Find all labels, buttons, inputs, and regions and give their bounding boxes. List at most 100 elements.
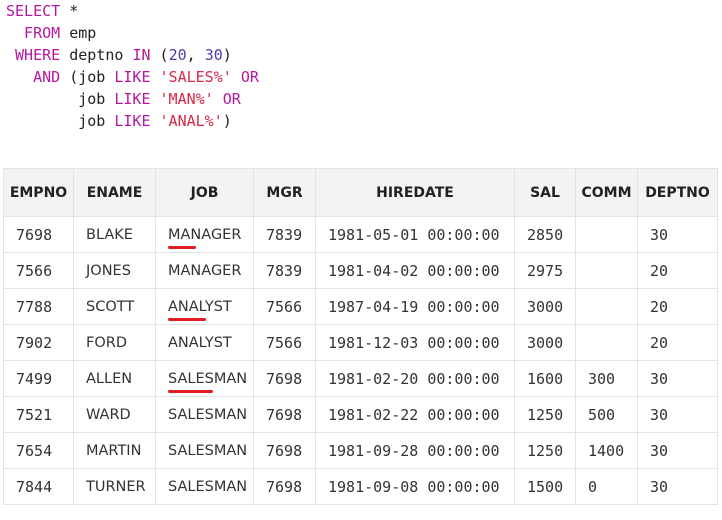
sql-keyword: OR <box>240 68 259 86</box>
cell-value: 1600 <box>527 369 564 388</box>
column-header-empno[interactable]: EMPNO <box>3 168 74 217</box>
sql-keyword: LIKE <box>114 112 151 130</box>
cell-value: 1981-02-22 00:00:00 <box>328 405 500 424</box>
cell-value: SALESMAN <box>168 478 248 495</box>
cell-value: FORD <box>86 334 127 351</box>
column-header-job[interactable]: JOB <box>155 168 254 217</box>
cell-deptno: 30 <box>637 216 718 253</box>
cell-value: 30 <box>650 405 669 424</box>
cell-value: 7521 <box>16 405 53 424</box>
sql-string: 'SALES%' <box>159 68 232 86</box>
cell-sal: 3000 <box>514 288 576 325</box>
table-row: 7566 JONES MANAGER 7839 1981-04-02 00:00:00 2… <box>3 252 718 289</box>
column-header-comm[interactable]: COMM <box>575 168 638 217</box>
sql-keyword: AND <box>6 68 61 86</box>
cell-value: 20 <box>650 297 669 316</box>
cell-value: 7698 <box>16 225 53 244</box>
cell-value: 30 <box>650 225 669 244</box>
cell-value: BLAKE <box>86 226 133 243</box>
cell-value: 7698 <box>266 369 303 388</box>
table-row: 7902 FORD ANALYST 7566 1981-12-03 00:00:00 30… <box>3 324 718 361</box>
cell-deptno: 20 <box>637 324 718 361</box>
cell-ename: BLAKE <box>73 216 156 253</box>
cell-mgr: 7698 <box>253 396 316 433</box>
cell-job: ANALYST <box>155 324 254 361</box>
cell-value: 1981-04-02 00:00:00 <box>328 261 500 280</box>
table-row: 7788 SCOTT ANALYST 7566 1987-04-19 00:00:00 3… <box>3 288 718 325</box>
cell-hiredate: 1981-12-03 00:00:00 <box>315 324 515 361</box>
cell-ename: FORD <box>73 324 156 361</box>
cell-value: 7698 <box>266 477 303 496</box>
sql-number: 20 <box>168 46 187 64</box>
sql-line: SELECT * <box>6 0 259 22</box>
cell-sal: 1250 <box>514 396 576 433</box>
cell-value: 20 <box>650 333 669 352</box>
cell-value: 7698 <box>266 405 303 424</box>
cell-value: 7566 <box>266 297 303 316</box>
cell-value: 7566 <box>266 333 303 352</box>
cell-value: ANALYST <box>168 334 232 351</box>
sql-text: job <box>6 112 115 130</box>
highlighted-job-match: MANAGER <box>168 226 242 249</box>
cell-empno: 7521 <box>3 396 74 433</box>
table-row: 7698 BLAKE MANAGER 7839 1981-05-01 00:00:00 2… <box>3 216 718 253</box>
sql-keyword: SELECT <box>6 2 61 20</box>
column-header-mgr[interactable]: MGR <box>253 168 316 217</box>
cell-sal: 1600 <box>514 360 576 397</box>
cell-empno: 7566 <box>3 252 74 289</box>
sql-string: 'ANAL%' <box>159 112 223 130</box>
cell-value: 2850 <box>527 225 564 244</box>
sql-text: deptno <box>60 46 133 64</box>
column-header-ename[interactable]: ENAME <box>73 168 156 217</box>
cell-value: 30 <box>650 441 669 460</box>
sql-line: WHERE deptno IN (20, 30) <box>6 44 259 66</box>
cell-value: 30 <box>650 369 669 388</box>
cell-value: 30 <box>650 477 669 496</box>
cell-empno: 7499 <box>3 360 74 397</box>
cell-value: ALLEN <box>86 370 133 387</box>
cell-comm: 1400 <box>575 432 638 469</box>
cell-value: 1981-09-28 00:00:00 <box>328 441 500 460</box>
cell-deptno: 20 <box>637 288 718 325</box>
cell-value: 3000 <box>527 333 564 352</box>
sql-keyword: LIKE <box>114 68 151 86</box>
cell-empno: 7654 <box>3 432 74 469</box>
sql-text: ) <box>222 112 232 130</box>
result-table: EMPNO ENAME JOB MGR HIREDATE SAL COMM DEPTNO 76… <box>3 168 718 505</box>
table-row: 7844 TURNER SALESMAN 7698 1981-09-08 00:00:0… <box>3 468 718 505</box>
cell-value: 3000 <box>527 297 564 316</box>
table-header-row: EMPNO ENAME JOB MGR HIREDATE SAL COMM DEPTNO <box>3 168 718 217</box>
sql-text: ) <box>222 46 232 64</box>
column-header-deptno[interactable]: DEPTNO <box>637 168 718 217</box>
cell-empno: 7788 <box>3 288 74 325</box>
cell-empno: 7844 <box>3 468 74 505</box>
cell-comm <box>575 288 638 325</box>
cell-deptno: 30 <box>637 396 718 433</box>
cell-value: 20 <box>650 261 669 280</box>
cell-value: SALESMAN <box>168 442 248 459</box>
cell-comm: 300 <box>575 360 638 397</box>
sql-keyword: FROM <box>6 24 61 42</box>
cell-value: SCOTT <box>86 298 135 315</box>
cell-value: 1250 <box>527 405 564 424</box>
cell-value: MANAGER <box>168 262 242 279</box>
table-row: 7499 ALLEN SALESMAN 7698 1981-02-20 00:00:00… <box>3 360 718 397</box>
table-row: 7521 WARD SALESMAN 7698 1981-02-22 00:00:00 1… <box>3 396 718 433</box>
sql-keyword: LIKE <box>114 90 151 108</box>
cell-hiredate: 1981-09-08 00:00:00 <box>315 468 515 505</box>
cell-value: 1400 <box>588 441 625 460</box>
cell-mgr: 7698 <box>253 360 316 397</box>
sql-keyword: OR <box>222 90 241 108</box>
column-header-hiredate[interactable]: HIREDATE <box>315 168 515 217</box>
cell-ename: WARD <box>73 396 156 433</box>
cell-value: 1500 <box>527 477 564 496</box>
cell-mgr: 7698 <box>253 432 316 469</box>
cell-job: SALESMAN <box>155 432 254 469</box>
cell-mgr: 7698 <box>253 468 316 505</box>
column-header-sal[interactable]: SAL <box>514 168 576 217</box>
sql-number: 30 <box>204 46 223 64</box>
